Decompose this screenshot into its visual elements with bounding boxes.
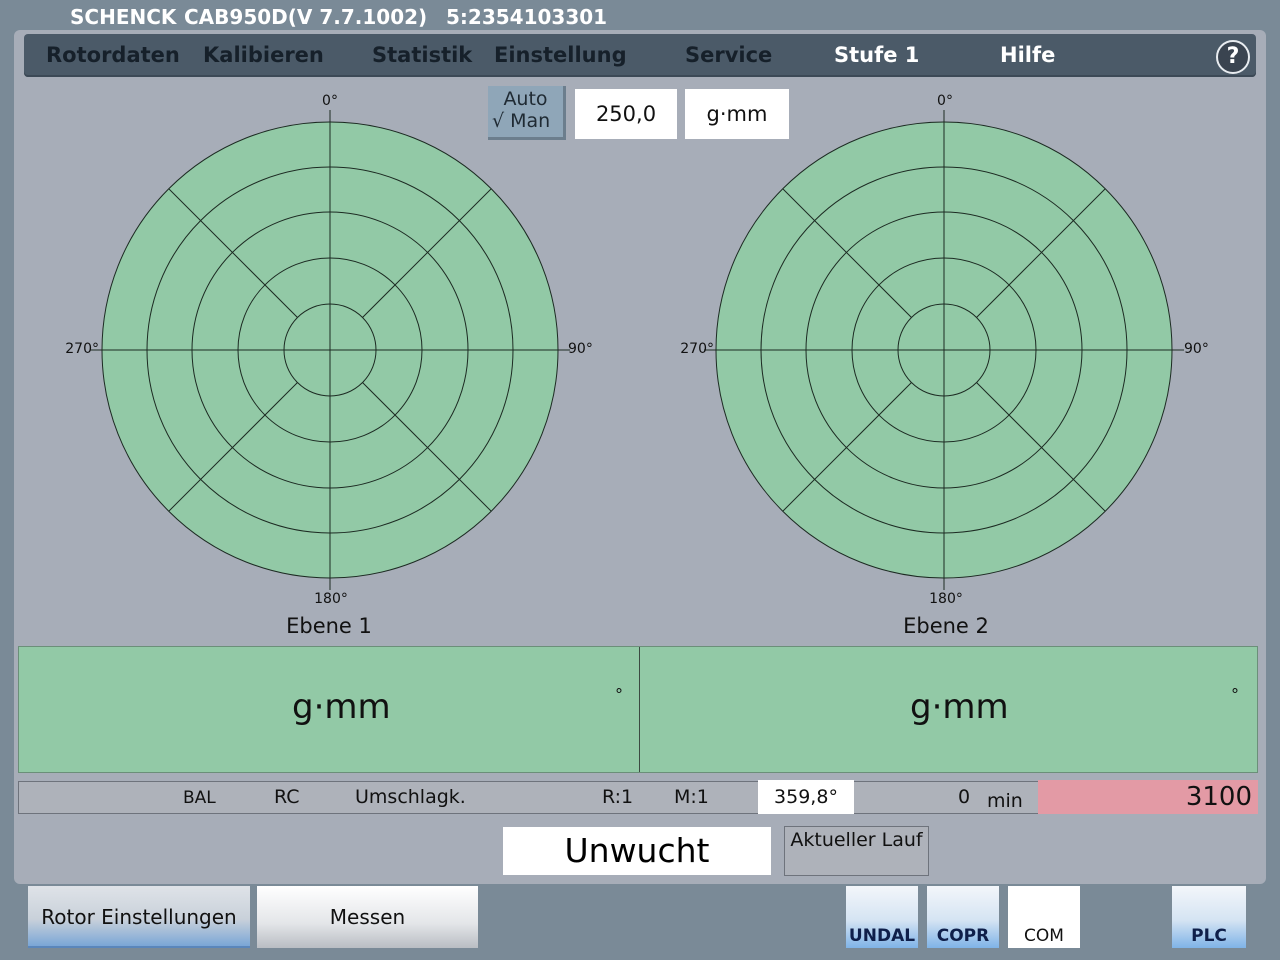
- status-r: R:1: [602, 786, 634, 808]
- undal-button[interactable]: UNDAL: [846, 886, 918, 948]
- plane-2-degree: °: [1231, 685, 1239, 704]
- plane-2-label: Ebene 2: [903, 614, 989, 638]
- model-version: CAB950D(V 7.7.1002): [184, 5, 428, 29]
- menu-rotordaten[interactable]: Rotordaten: [46, 34, 180, 77]
- status-m: M:1: [674, 786, 709, 808]
- serial-number: 5:2354103301: [446, 5, 608, 29]
- status-bal: BAL: [183, 788, 216, 808]
- angle-270-label: 270°: [680, 341, 714, 357]
- speed-display: 3100: [1038, 780, 1258, 814]
- plane-1-unit: g·mm: [292, 687, 391, 727]
- plane-1-label: Ebene 1: [286, 614, 372, 638]
- rotor-settings-button[interactable]: Rotor Einstellungen: [28, 886, 250, 948]
- menu-einstellung[interactable]: Einstellung: [494, 34, 627, 77]
- menu-statistik[interactable]: Statistik: [372, 34, 472, 77]
- help-icon[interactable]: ?: [1216, 40, 1250, 74]
- title-bar: SCHENCK CAB950D(V 7.7.1002) 5:2354103301: [0, 0, 1280, 30]
- polar-plot-plane-1: 0° 90° 180° 270°: [65, 93, 593, 607]
- copr-button[interactable]: COPR: [927, 886, 999, 948]
- angle-180-label: 180°: [314, 591, 348, 607]
- plc-button[interactable]: PLC: [1172, 886, 1246, 948]
- menu-service[interactable]: Service: [685, 34, 772, 77]
- angle-0-label: 0°: [322, 93, 338, 109]
- angle-270-label: 270°: [65, 341, 99, 357]
- angle-0-label: 0°: [937, 93, 953, 109]
- com-button[interactable]: COM: [1008, 886, 1080, 948]
- menu-stufe[interactable]: Stufe 1: [834, 34, 919, 77]
- plane-2-unit: g·mm: [910, 687, 1009, 727]
- angle-display: 359,8°: [758, 780, 854, 814]
- status-umschlag: Umschlagk.: [355, 786, 466, 808]
- unbalance-readout: g·mm ° g·mm °: [18, 646, 1258, 773]
- angle-90-label: 90°: [1184, 341, 1209, 357]
- menu-hilfe[interactable]: Hilfe: [1000, 34, 1055, 77]
- plane-1-degree: °: [615, 685, 623, 704]
- speed-unit: min: [987, 790, 1023, 812]
- brand-name: SCHENCK: [70, 5, 177, 29]
- measure-button[interactable]: Messen: [257, 886, 478, 948]
- menu-kalibieren[interactable]: Kalibieren: [203, 34, 324, 77]
- angle-180-label: 180°: [929, 591, 963, 607]
- current-run-button[interactable]: Aktueller Lauf: [784, 826, 929, 876]
- polar-plot-plane-2: 0° 90° 180° 270°: [680, 93, 1209, 607]
- status-rc: RC: [274, 786, 300, 808]
- unbalance-title: Unwucht: [503, 827, 771, 875]
- status-count: 0: [958, 786, 971, 808]
- readout-divider: [639, 647, 640, 772]
- menu-bar: Rotordaten Kalibieren Statistik Einstell…: [24, 34, 1256, 77]
- angle-90-label: 90°: [568, 341, 593, 357]
